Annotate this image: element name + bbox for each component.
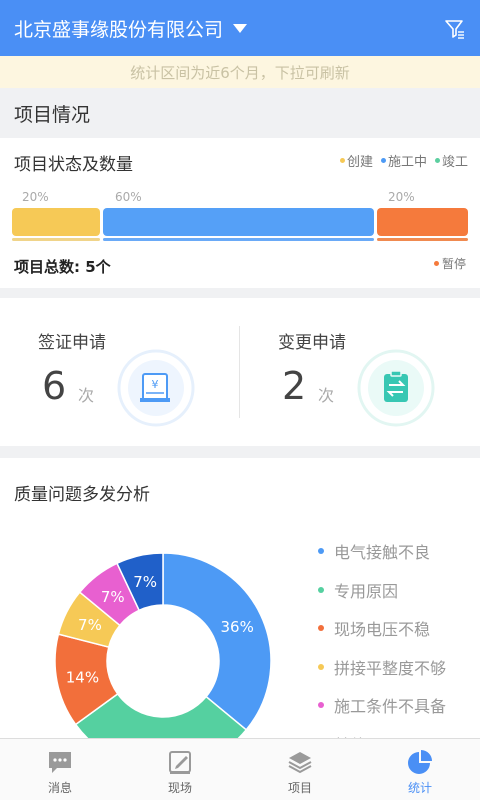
tab-statistics[interactable]: 统计 xyxy=(360,739,480,800)
slice-label: 7% xyxy=(78,616,102,634)
legend-label: 拼接平整度不够 xyxy=(334,658,447,678)
change-application-label: 变更申请 xyxy=(278,333,346,353)
visa-application-count: 6 xyxy=(42,364,67,408)
legend-label: 专用原因 xyxy=(334,581,399,601)
change-application-count: 2 xyxy=(282,364,307,408)
legend-label: 施工中 xyxy=(387,155,427,170)
visa-application-label: 签证申请 xyxy=(38,333,106,353)
segment-percent-in-progress: 60% xyxy=(115,190,142,204)
legend-label: 创建 xyxy=(346,155,373,170)
legend-item-created: 创建 xyxy=(339,151,373,170)
edit-icon xyxy=(169,751,191,774)
filter-icon[interactable] xyxy=(444,18,466,40)
slice-label: 36% xyxy=(221,618,254,636)
company-title[interactable]: 北京盛事缘股份有限公司 xyxy=(14,15,223,42)
top-bar: 北京盛事缘股份有限公司 xyxy=(0,0,480,56)
bottom-tab-bar: 消息 现场 项目 统计 xyxy=(0,738,480,800)
status-bar-underline xyxy=(103,238,374,241)
visa-application-unit: 次 xyxy=(78,386,95,405)
svg-text:¥: ¥ xyxy=(152,378,159,391)
tab-projects[interactable]: 项目 xyxy=(240,739,360,800)
status-bar-paused xyxy=(376,208,468,236)
document-icon: ¥ xyxy=(117,349,195,427)
legend-row[interactable]: 其他 xyxy=(318,725,446,738)
legend-dot xyxy=(318,663,324,670)
status-card-title: 项目状态及数量 xyxy=(14,155,133,175)
slice-label: 14% xyxy=(66,668,99,686)
slice-label: 7% xyxy=(133,573,157,591)
legend-label: 施工条件不具备 xyxy=(334,697,447,717)
legend-dot xyxy=(318,548,324,555)
legend-label: 竣工 xyxy=(441,155,468,170)
legend-dot xyxy=(339,158,345,163)
project-total: 项目总数: 5个 xyxy=(14,258,111,276)
segment-percent-paused: 20% xyxy=(388,190,415,204)
status-bar-in-progress xyxy=(103,208,374,236)
change-application-unit: 次 xyxy=(318,386,335,405)
application-count-card: 签证申请 6 次 ¥ 变更申请 2 次 xyxy=(0,298,480,446)
legend-row[interactable]: 电气接触不良 xyxy=(318,532,446,571)
tab-messages[interactable]: 消息 xyxy=(0,739,120,800)
chevron-down-icon[interactable] xyxy=(233,23,248,33)
slice-label: 7% xyxy=(101,588,125,606)
legend-dot xyxy=(318,702,324,709)
quality-analysis-card: 质量问题多发分析 36%29%14%7%7%7% 电气接触不良专用原因现场电压不… xyxy=(0,458,480,738)
legend-row[interactable]: 施工条件不具备 xyxy=(318,686,446,725)
project-status-card: 项目状态及数量 创建 施工中 竣工 20% 60% 20% 项目总数: 5个 暂… xyxy=(0,138,480,288)
layers-icon xyxy=(288,752,312,774)
pie-chart-icon xyxy=(408,750,432,774)
quality-legend: 电气接触不良专用原因现场电压不稳拼接平整度不够施工条件不具备其他 xyxy=(318,532,446,738)
tab-label: 统计 xyxy=(407,781,432,795)
legend-dot xyxy=(380,158,386,163)
legend-row[interactable]: 现场电压不稳 xyxy=(318,609,446,648)
swap-icon xyxy=(357,349,435,427)
tab-label: 项目 xyxy=(287,781,312,795)
quality-donut-chart: 36%29%14%7%7%7% xyxy=(54,552,272,738)
status-bar-created xyxy=(12,208,101,236)
tab-label: 现场 xyxy=(167,781,192,795)
status-bar-underline xyxy=(12,238,101,241)
legend-dot xyxy=(434,158,440,163)
legend-row[interactable]: 拼接平整度不够 xyxy=(318,648,446,687)
legend-item-in-progress: 施工中 xyxy=(380,151,427,170)
legend-item-completed: 竣工 xyxy=(434,151,468,170)
segment-percent-created: 20% xyxy=(22,190,49,204)
quality-card-title: 质量问题多发分析 xyxy=(14,485,150,505)
section-title: 项目情况 xyxy=(0,88,480,138)
legend-dot xyxy=(318,625,324,632)
legend-item-paused: 暂停 xyxy=(433,255,466,272)
legend-dot xyxy=(318,586,324,593)
change-application-block[interactable]: 变更申请 2 次 xyxy=(240,298,480,446)
tab-label: 消息 xyxy=(47,781,72,795)
visa-application-block[interactable]: 签证申请 6 次 ¥ xyxy=(0,298,240,446)
status-legend: 创建 施工中 竣工 xyxy=(339,151,468,170)
status-bar-underline xyxy=(376,238,468,241)
tab-site[interactable]: 现场 xyxy=(120,739,240,800)
legend-label: 暂停 xyxy=(441,257,466,271)
refresh-notice: 统计区间为近6个月，下拉可刷新 xyxy=(0,56,480,88)
legend-label: 电气接触不良 xyxy=(334,543,431,563)
legend-dot xyxy=(433,261,439,266)
legend-label: 现场电压不稳 xyxy=(334,620,431,640)
message-icon xyxy=(49,752,71,773)
donut-slice[interactable] xyxy=(162,552,272,731)
legend-row[interactable]: 专用原因 xyxy=(318,571,446,610)
